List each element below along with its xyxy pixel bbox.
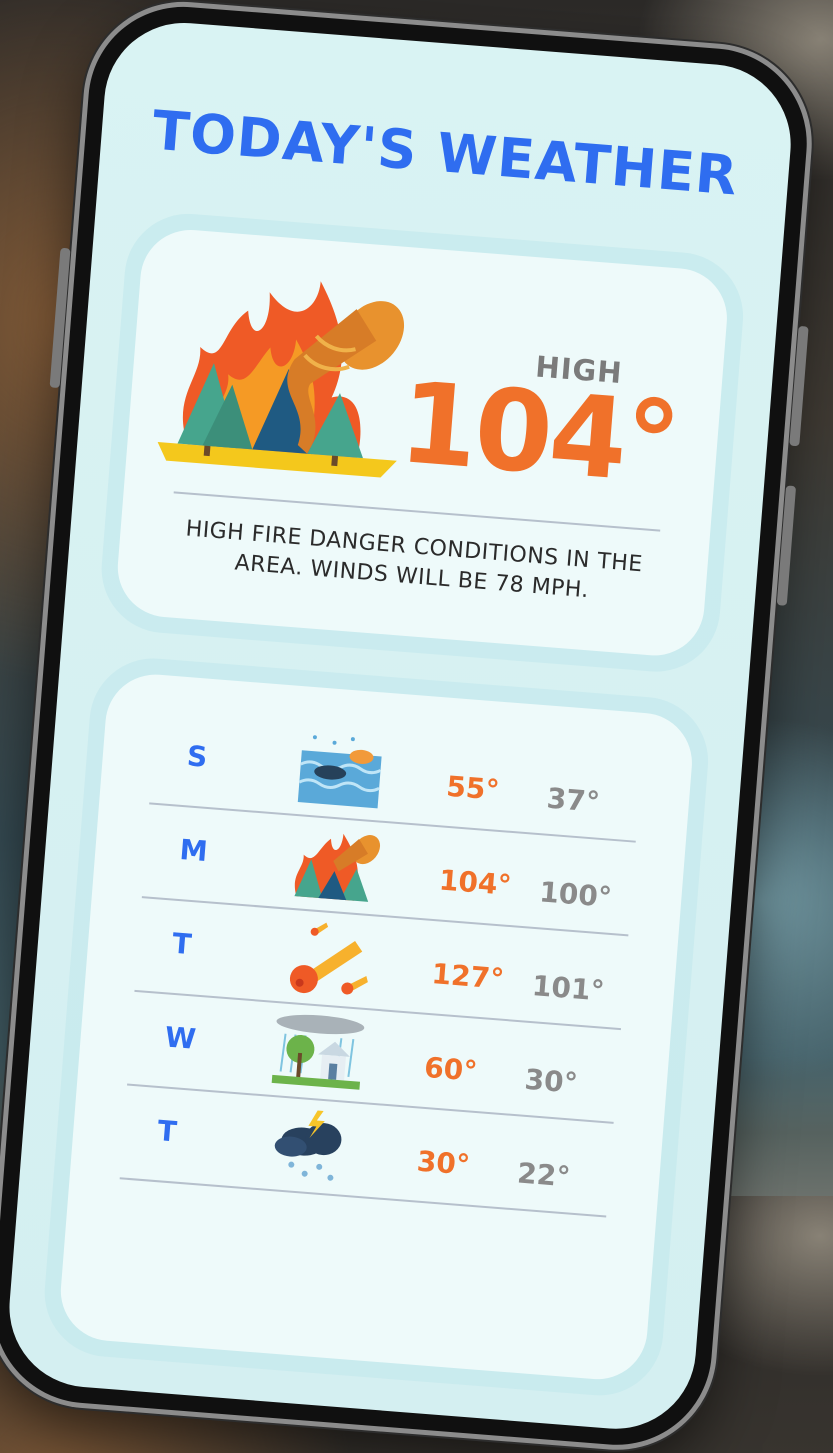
high-temp: 30° xyxy=(415,1144,472,1182)
forecast-list: S 55° 37° M 104° 100° T 127° 101° W 60° … xyxy=(57,670,696,1383)
high-temp: 127° xyxy=(430,957,506,996)
high-temp: 55° xyxy=(445,769,501,807)
day-label: T xyxy=(156,1114,178,1149)
power-button xyxy=(789,325,809,447)
weather-warning-text: HIGH FIRE DANGER CONDITIONS IN THE AREA.… xyxy=(184,516,644,604)
day-label: T xyxy=(171,926,193,962)
thunder-snow-icon xyxy=(274,1110,342,1181)
high-temp: 60° xyxy=(423,1050,479,1088)
day-label: S xyxy=(185,739,209,774)
high-temp: 104° xyxy=(437,863,513,903)
high-temp-value: 104° xyxy=(394,358,683,510)
page-title: TODAY'S WEATHER xyxy=(150,98,741,208)
low-temp: 100° xyxy=(538,875,614,914)
volume-down-button xyxy=(776,485,797,606)
forecast-card-container: S 55° 37° M 104° 100° T 127° 101° W 60° … xyxy=(39,653,713,1401)
wildfire-tornado-icon xyxy=(294,833,381,902)
phone-frame: TODAY'S WEATHER HIGH 104° HIGH FIRE DANG… xyxy=(0,0,814,1452)
low-temp: 101° xyxy=(530,969,606,1008)
low-temp: 30° xyxy=(523,1062,579,1100)
low-temp: 22° xyxy=(516,1156,572,1194)
phone-screen: TODAY'S WEATHER HIGH 104° HIGH FIRE DANG… xyxy=(3,16,797,1435)
today-card-container: HIGH 104° HIGH FIRE DANGER CONDITIONS IN… xyxy=(96,209,748,677)
meteor-icon xyxy=(289,922,368,995)
wildfire-tornado-icon xyxy=(157,281,405,478)
flood-icon xyxy=(297,735,382,809)
storm-house-icon xyxy=(271,1014,365,1090)
day-label: M xyxy=(178,832,209,869)
volume-up-button xyxy=(49,247,71,389)
low-temp: 37° xyxy=(545,781,601,819)
day-label: W xyxy=(163,1020,198,1056)
today-card[interactable]: HIGH 104° HIGH FIRE DANGER CONDITIONS IN… xyxy=(114,226,731,660)
